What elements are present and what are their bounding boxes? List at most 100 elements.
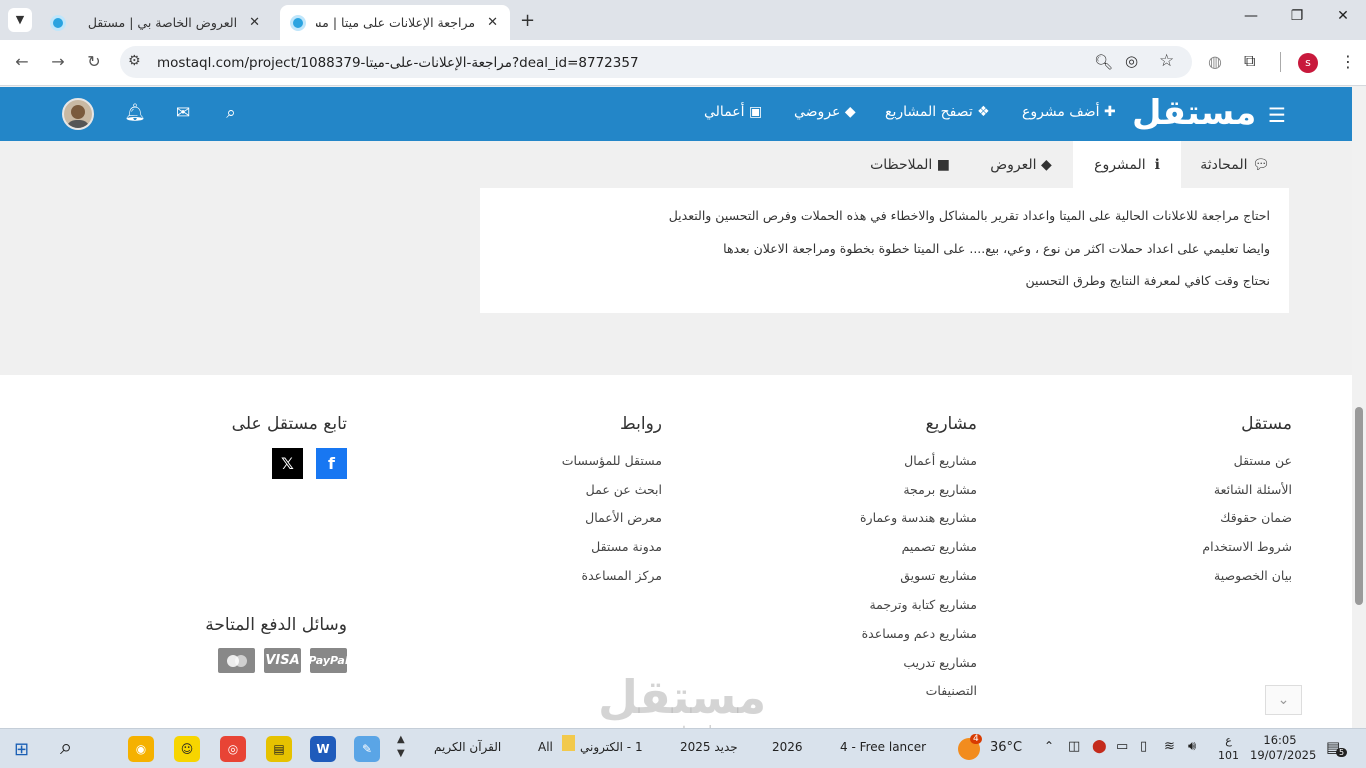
mostaql-favicon [50, 14, 66, 31]
display-icon[interactable]: ▭ [1116, 739, 1128, 754]
facebook-icon[interactable]: f [316, 448, 347, 479]
search-icon[interactable]: ⌕ [60, 735, 72, 760]
footer-link[interactable]: مستقل للمؤسسات [562, 453, 662, 468]
footer-link[interactable]: ضمان حقوقك [1220, 510, 1292, 525]
tab-search-button[interactable]: ▼ [8, 8, 32, 32]
file-manager-icon[interactable]: ▤ [266, 736, 292, 762]
windows-start-icon[interactable]: ⊞ [14, 739, 29, 760]
reload-icon[interactable]: ↻ [82, 52, 106, 74]
battery-icon[interactable]: ▯ [1140, 739, 1147, 754]
translate-icon[interactable]: ◍ [1208, 52, 1222, 71]
language-indicator[interactable]: ع 101 [1218, 733, 1239, 763]
extensions-icon[interactable]: ⧉ [1244, 51, 1255, 71]
tab-bids[interactable]: العروض ◆ [975, 141, 1067, 188]
visa-icon: VISA [264, 648, 301, 673]
mostaql-watermark: مستقل [598, 670, 767, 724]
bell-icon[interactable]: 🔔︎ [124, 103, 146, 123]
chevron-up-icon[interactable]: ⌃ [1044, 739, 1054, 753]
user-avatar[interactable] [62, 98, 94, 130]
url-text[interactable]: mostaql.com/project/1088379-مراجعة-الإعل… [157, 55, 639, 71]
nav-my-bids[interactable]: عروضي ◆ [794, 104, 856, 120]
description-line: احتاج مراجعة للاعلانات الحالية على الميت… [668, 208, 1270, 223]
footer-heading-mostaql: مستقل [1241, 414, 1292, 434]
taskbar-window-quran[interactable]: القرآن الكريم [434, 740, 501, 754]
speaker-icon[interactable]: 🔊︎ [1188, 739, 1196, 754]
footer-link[interactable]: مركز المساعدة [582, 568, 662, 583]
folder-icon [562, 735, 575, 751]
toolbar-divider [1280, 52, 1281, 72]
restore-icon[interactable]: ❐ [1274, 8, 1320, 32]
snapchat-icon[interactable]: ☺ [174, 736, 200, 762]
footer-link[interactable]: مشاريع تصميم [902, 539, 977, 554]
footer-link[interactable]: مشاريع برمجة [903, 482, 977, 497]
footer-link[interactable]: التصنيفات [926, 683, 977, 698]
description-line: وايضا تعليمي على اعداد حملات اكثر من نوع… [723, 241, 1270, 256]
envelope-icon[interactable]: ✉ [172, 103, 194, 123]
profile-avatar[interactable]: s [1298, 53, 1318, 73]
close-icon[interactable]: ✕ [487, 15, 498, 30]
paint-icon[interactable]: ✎ [354, 736, 380, 762]
footer-link[interactable]: مدونة مستقل [591, 539, 662, 554]
minimize-icon[interactable]: — [1228, 8, 1274, 32]
taskbar-window-new-2025[interactable]: جديد 2025 [680, 740, 738, 754]
hamburger-menu-icon[interactable]: ☰ [1268, 103, 1286, 127]
forward-icon[interactable]: → [46, 52, 70, 74]
scrollbar-thumb[interactable] [1355, 407, 1363, 605]
footer-link[interactable]: شروط الاستخدام [1202, 539, 1292, 554]
close-window-icon[interactable]: ✕ [1320, 8, 1366, 32]
taskbar-scroll-arrows[interactable]: ▲ ▼ [397, 733, 405, 761]
footer-link[interactable]: بيان الخصوصية [1214, 568, 1292, 583]
footer-link[interactable]: مشاريع دعم ومساعدة [862, 626, 977, 641]
tab-project[interactable]: المشروع ℹ [1073, 141, 1181, 188]
footer-link[interactable]: مشاريع كتابة وترجمة [869, 597, 977, 612]
browser-app-icon[interactable]: ◉ [128, 736, 154, 762]
back-icon[interactable]: ← [10, 52, 34, 74]
site-logo[interactable]: مستقل [1132, 93, 1257, 133]
footer-link[interactable]: عن مستقل [1234, 453, 1292, 468]
browser-tab-project[interactable]: مراجعة الإعلانات على ميتا | مستقل ✕ [280, 5, 510, 40]
word-icon[interactable]: W [310, 736, 336, 762]
footer-link[interactable]: ابحث عن عمل [586, 482, 662, 497]
browser-tab-my-bids[interactable]: العروض الخاصة بي | مستقل ✕ [40, 5, 272, 40]
weather-temp[interactable]: 36°C [990, 740, 1022, 755]
security-icon[interactable]: ⬤ [1092, 739, 1107, 754]
nav-add-project[interactable]: أضف مشروع ✚ [1022, 104, 1116, 120]
eye-off-icon[interactable]: ◎ [1125, 52, 1138, 70]
nav-my-works[interactable]: أعمالي ▣ [704, 104, 762, 120]
x-twitter-icon[interactable]: 𝕏 [272, 448, 303, 479]
footer-link[interactable]: الأسئلة الشائعة [1214, 482, 1292, 497]
clock[interactable]: 16:05 19/07/2025 [1250, 733, 1316, 763]
mastercard-circle-right [234, 654, 247, 667]
tab-conversation[interactable]: المحادثة 💬︎ [1181, 141, 1289, 188]
paypal-icon: PayPal [308, 648, 349, 673]
taskbar-window-2026[interactable]: 2026 [772, 740, 803, 754]
scroll-top-button[interactable]: ⌄ [1265, 685, 1302, 715]
footer-link[interactable]: مشاريع هندسة وعمارة [860, 510, 977, 525]
search-icon[interactable]: ⌕ [220, 103, 242, 123]
footer-heading-follow: تابع مستقل على [231, 414, 347, 434]
notification-count: 5 [1336, 748, 1348, 757]
gavel-icon: ◆ [844, 104, 856, 120]
zoom-icon[interactable]: 🔍︎ [1094, 53, 1113, 71]
gavel-icon: ◆ [1041, 156, 1052, 173]
footer-link[interactable]: مشاريع تدريب [903, 655, 977, 670]
tab-title: العروض الخاصة بي | مستقل [87, 15, 238, 30]
footer-link[interactable]: مشاريع أعمال [904, 453, 977, 468]
taskbar-window-electronic[interactable]: 1 - الكتروني [580, 740, 643, 754]
camera-icon[interactable]: ◫ [1068, 739, 1080, 754]
tab-notes[interactable]: الملاحظات ■ [860, 141, 960, 188]
close-icon[interactable]: ✕ [249, 15, 260, 30]
chrome-icon[interactable]: ◎ [220, 736, 246, 762]
wifi-icon[interactable]: ≋ [1164, 739, 1175, 754]
site-info-icon[interactable]: ⚙ [128, 53, 141, 69]
footer-link[interactable]: معرض الأعمال [585, 510, 662, 525]
taskbar-window-all[interactable]: All [538, 740, 553, 754]
footer-link[interactable]: مشاريع تسويق [900, 568, 977, 583]
bookmark-star-icon[interactable]: ☆ [1159, 51, 1174, 71]
new-tab-button[interactable]: + [520, 10, 535, 31]
menu-kebab-icon[interactable]: ⋮ [1340, 52, 1356, 71]
chevron-down-icon: ⌄ [1277, 692, 1290, 708]
nav-browse-projects[interactable]: تصفح المشاريع ❖ [885, 104, 990, 120]
taskbar-window-freelancer[interactable]: 4 - Free lancer [840, 740, 926, 754]
cubes-icon: ❖ [977, 104, 990, 120]
